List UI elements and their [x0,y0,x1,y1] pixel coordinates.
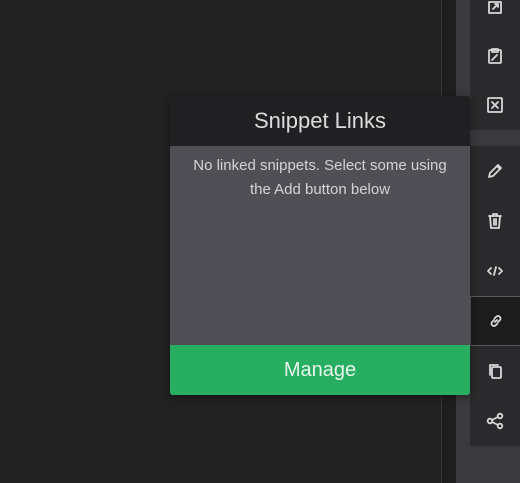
paste-button[interactable] [470,31,520,81]
export-icon [488,1,502,14]
empty-message: No linked snippets. Select some using th… [193,157,447,198]
export-button[interactable] [470,0,520,32]
close-box-icon [487,97,503,113]
trash-icon [488,213,502,229]
share-icon [486,412,504,430]
copy-button[interactable] [470,346,520,396]
popup-title: Snippet Links [170,96,470,146]
paste-icon [488,48,502,64]
code-button[interactable] [470,246,520,296]
edit-button[interactable] [470,146,520,196]
pencil-icon [488,164,502,178]
share-button[interactable] [470,396,520,446]
link-icon [490,315,501,327]
manage-button[interactable]: Manage [170,345,470,395]
close-button[interactable] [470,80,520,130]
snippet-links-popup: Snippet Links No linked snippets. Select… [170,96,470,395]
copy-icon [489,364,502,379]
delete-button[interactable] [470,196,520,246]
link-button[interactable] [470,296,520,346]
code-icon [487,266,503,276]
